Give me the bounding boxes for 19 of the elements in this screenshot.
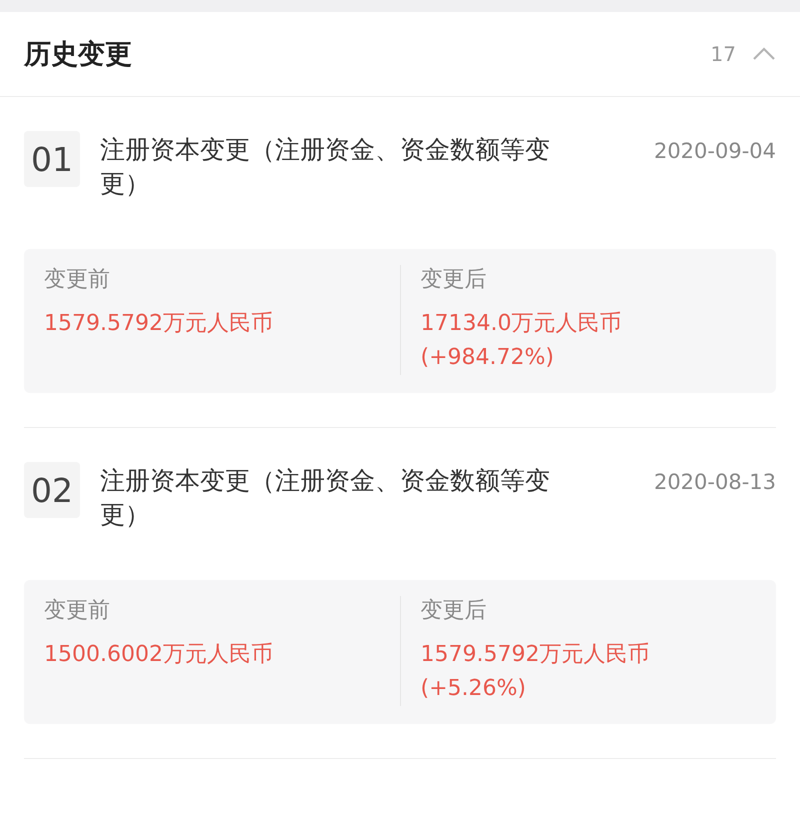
index-badge: 02: [24, 462, 80, 518]
capital-value: 1579.5792万元人民币: [420, 641, 650, 669]
count-label: 17: [710, 42, 736, 66]
capital-value: 1579.5792万元人民币: [44, 310, 274, 338]
change-percent: (+984.72%): [420, 344, 555, 372]
change-title: 注册资本变更（注册资金、资金数额等变更）: [100, 465, 551, 531]
index-badge: 01: [24, 131, 80, 187]
chevron-up-icon[interactable]: [752, 47, 776, 61]
detail-label: 变更前: [44, 266, 111, 294]
change-title: 注册资本变更（注册资金、资金数额等变更）: [100, 134, 551, 200]
section-title: 历史变更: [24, 38, 132, 72]
change-date: 2020-09-04: [654, 139, 776, 163]
detail-label: 变更后: [420, 597, 488, 625]
detail-label: 变更前: [44, 597, 111, 625]
change-date: 2020-08-13: [654, 470, 776, 494]
change-percent: (+5.26%): [420, 675, 527, 703]
capital-value: 17134.0万元人民币: [420, 310, 622, 338]
detail-label: 变更后: [420, 266, 488, 294]
capital-value: 1500.6002万元人民币: [44, 641, 274, 669]
